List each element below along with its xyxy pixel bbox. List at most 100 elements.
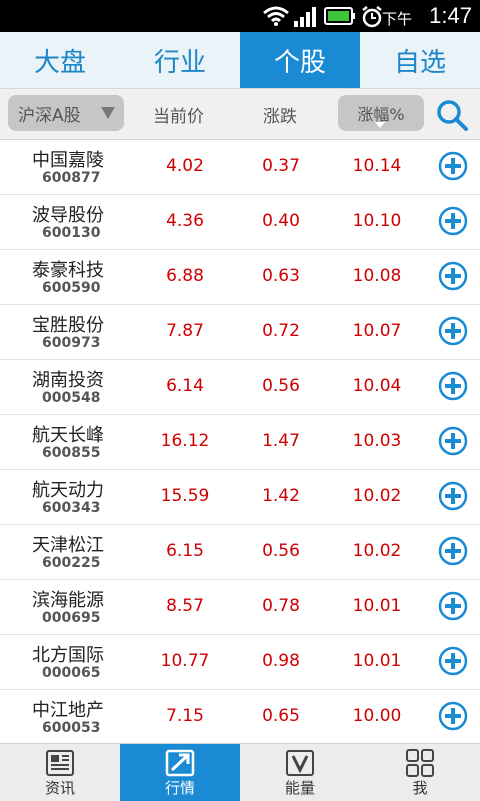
stock-price: 15.59 <box>160 486 210 506</box>
stock-row[interactable]: 滨海能源 000695 8.57 0.78 10.01 <box>0 580 480 635</box>
stock-name: 天津松江 <box>32 535 104 556</box>
stock-percent: 10.10 <box>352 211 402 231</box>
nav-energy[interactable]: 能量 <box>240 744 360 801</box>
stock-percent: 10.03 <box>352 431 402 451</box>
stock-name: 中江地产 <box>32 700 104 721</box>
add-to-watchlist-icon[interactable] <box>438 426 468 456</box>
add-to-watchlist-icon[interactable] <box>438 371 468 401</box>
stock-code: 000695 <box>42 610 101 626</box>
nav-me[interactable]: 我 <box>360 744 480 801</box>
add-to-watchlist-icon[interactable] <box>438 701 468 731</box>
battery-icon <box>324 7 355 25</box>
add-to-watchlist-icon[interactable] <box>438 481 468 511</box>
stock-list: 中国嘉陵 600877 4.02 0.37 10.14 波导股份 600130 4.36 0.4… <box>0 140 480 745</box>
news-icon <box>46 750 74 776</box>
market-trend-icon <box>165 749 195 777</box>
stock-code: 600877 <box>42 170 101 186</box>
stock-percent: 10.14 <box>352 156 402 176</box>
stock-code: 600053 <box>42 720 101 736</box>
stock-percent: 10.08 <box>352 266 402 286</box>
stock-name: 湖南投资 <box>32 370 104 391</box>
wifi-icon <box>263 6 289 26</box>
sort-by-percent-button[interactable]: 涨幅% <box>338 95 424 131</box>
stock-row[interactable]: 航天长峰 600855 16.12 1.47 10.03 <box>0 415 480 470</box>
status-time: 1:47 <box>429 3 472 28</box>
stock-code: 600343 <box>42 500 101 516</box>
stock-price: 6.15 <box>166 541 204 561</box>
tab-watchlist[interactable]: 自选 <box>360 32 480 88</box>
nav-news[interactable]: 资讯 <box>0 744 120 801</box>
stock-price: 4.36 <box>166 211 204 231</box>
status-bar: 下午 1:47 <box>0 0 480 32</box>
alarm-icon <box>362 6 382 28</box>
stock-code: 000548 <box>42 390 101 406</box>
nav-market[interactable]: 行情 <box>120 744 240 801</box>
search-icon[interactable] <box>435 98 469 132</box>
stock-price: 8.57 <box>166 596 204 616</box>
stock-row[interactable]: 中江地产 600053 7.15 0.65 10.00 <box>0 690 480 745</box>
column-header-change: 涨跌 <box>263 107 297 127</box>
tab-market-overview[interactable]: 大盘 <box>0 32 120 88</box>
stock-row[interactable]: 宝胜股份 600973 7.87 0.72 10.07 <box>0 305 480 360</box>
bottom-nav: 资讯 行情 能量 我 <box>0 743 480 801</box>
stock-row[interactable]: 天津松江 600225 6.15 0.56 10.02 <box>0 525 480 580</box>
tab-industry[interactable]: 行业 <box>120 32 240 88</box>
stock-change: 1.47 <box>262 431 300 451</box>
add-to-watchlist-icon[interactable] <box>438 261 468 291</box>
nav-me-label: 我 <box>412 779 428 797</box>
add-to-watchlist-icon[interactable] <box>438 316 468 346</box>
add-to-watchlist-icon[interactable] <box>438 646 468 676</box>
energy-v-icon <box>286 750 314 776</box>
stock-row[interactable]: 中国嘉陵 600877 4.02 0.37 10.14 <box>0 140 480 195</box>
stock-price: 6.88 <box>166 266 204 286</box>
stock-row[interactable]: 泰豪科技 600590 6.88 0.63 10.08 <box>0 250 480 305</box>
stock-name: 泰豪科技 <box>32 260 104 281</box>
nav-market-label: 行情 <box>164 779 195 797</box>
stock-name: 中国嘉陵 <box>32 150 104 171</box>
add-to-watchlist-icon[interactable] <box>438 206 468 236</box>
stock-percent: 10.02 <box>352 541 402 561</box>
stock-row[interactable]: 波导股份 600130 4.36 0.40 10.10 <box>0 195 480 250</box>
stock-row[interactable]: 湖南投资 000548 6.14 0.56 10.04 <box>0 360 480 415</box>
stock-change: 0.56 <box>262 376 300 396</box>
grid-apps-icon <box>406 749 434 777</box>
stock-percent: 10.00 <box>352 706 402 726</box>
stock-code: 600973 <box>42 335 101 351</box>
stock-change: 0.78 <box>262 596 300 616</box>
tab-individual-stocks[interactable]: 个股 <box>240 32 360 88</box>
stock-change: 0.63 <box>262 266 300 286</box>
status-ampm: 下午 <box>381 10 412 28</box>
stock-name: 波导股份 <box>32 205 104 226</box>
stock-change: 1.42 <box>262 486 300 506</box>
list-header: 沪深A股 当前价 涨跌 涨幅% <box>0 89 480 140</box>
stock-name: 航天动力 <box>32 480 104 501</box>
stock-price: 16.12 <box>160 431 210 451</box>
signal-icon <box>294 7 316 27</box>
stock-price: 7.87 <box>166 321 204 341</box>
stock-name: 滨海能源 <box>32 590 104 611</box>
stock-name: 北方国际 <box>32 645 104 666</box>
stock-change: 0.37 <box>262 156 300 176</box>
stock-percent: 10.02 <box>352 486 402 506</box>
stock-change: 0.65 <box>262 706 300 726</box>
stock-code: 000065 <box>42 665 101 681</box>
market-select-label: 沪深A股 <box>18 105 81 126</box>
stock-row[interactable]: 北方国际 000065 10.77 0.98 10.01 <box>0 635 480 690</box>
stock-code: 600225 <box>42 555 101 571</box>
stock-name: 宝胜股份 <box>32 315 104 336</box>
add-to-watchlist-icon[interactable] <box>438 151 468 181</box>
stock-percent: 10.07 <box>352 321 402 341</box>
nav-energy-label: 能量 <box>284 779 315 797</box>
stock-price: 4.02 <box>166 156 204 176</box>
dropdown-triangle-icon <box>101 107 115 119</box>
stock-percent: 10.01 <box>352 596 402 616</box>
stock-change: 0.40 <box>262 211 300 231</box>
add-to-watchlist-icon[interactable] <box>438 591 468 621</box>
add-to-watchlist-icon[interactable] <box>438 536 468 566</box>
stock-row[interactable]: 航天动力 600343 15.59 1.42 10.02 <box>0 470 480 525</box>
stock-code: 600590 <box>42 280 101 296</box>
stock-price: 6.14 <box>166 376 204 396</box>
market-select-dropdown[interactable]: 沪深A股 <box>8 95 124 131</box>
column-header-price: 当前价 <box>153 107 204 127</box>
stock-code: 600130 <box>42 225 101 241</box>
